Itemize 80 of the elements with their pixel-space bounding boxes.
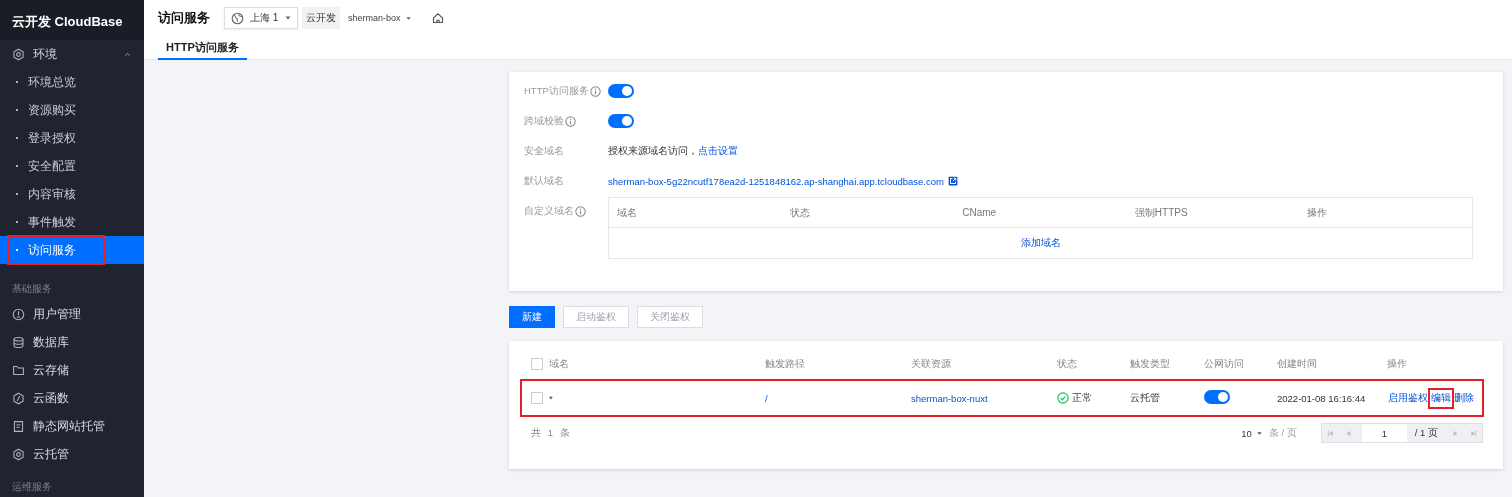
folder-icon	[12, 363, 25, 377]
field-text: 授权来源域名访问，	[608, 144, 698, 158]
sidebar-item[interactable]: 登录授权	[8, 124, 104, 152]
hexagon-icon	[12, 447, 25, 461]
hexagon-icon	[12, 47, 25, 61]
next-page-icon	[1451, 429, 1459, 437]
action-link[interactable]: 编辑	[1430, 389, 1452, 407]
column-header: 关联资源	[910, 357, 952, 371]
column-header: 触发类型	[1129, 357, 1171, 371]
sidebar-item[interactable]: 云托管	[0, 440, 144, 468]
column-header: 域名	[616, 205, 638, 220]
field-label: 默认域名	[524, 174, 564, 188]
compass-icon	[12, 391, 25, 405]
field-label: 安全域名	[524, 144, 564, 158]
column-header: 强制HTTPS	[1133, 205, 1189, 220]
section-label: 运维服务	[11, 480, 53, 494]
column-header: CName	[961, 207, 998, 218]
product-label: 云开发	[302, 7, 340, 29]
toolbar-button[interactable]: 新建	[509, 306, 555, 328]
settings-link[interactable]: 点击设置	[698, 144, 738, 158]
total-count: 共 1 条	[530, 426, 573, 440]
tab[interactable]: HTTP访问服务	[158, 36, 247, 60]
toggle-switch[interactable]	[608, 84, 634, 98]
page-count: / 1 页	[1413, 426, 1439, 440]
checkbox[interactable]	[531, 392, 543, 404]
page-title: 访问服务	[158, 9, 210, 27]
table-cell-text: *	[548, 392, 554, 404]
last-page-icon	[1469, 429, 1477, 437]
toggle-switch[interactable]	[608, 114, 634, 128]
field-label: 自定义域名	[524, 204, 574, 218]
column-header: 公网访问	[1203, 357, 1245, 371]
column-header: 触发路径	[764, 357, 806, 371]
brand-title: 云开发 CloudBase	[0, 0, 144, 40]
sidebar-group[interactable]: 环境	[0, 40, 144, 68]
toggle-switch[interactable]	[1204, 390, 1230, 404]
external-link-icon	[947, 176, 958, 186]
sidebar-item[interactable]: 资源购买	[8, 96, 104, 124]
field-label: 跨域校验	[524, 114, 564, 128]
column-header: 创建时间	[1276, 357, 1318, 371]
sidebar-item[interactable]: 静态网站托管	[0, 412, 144, 440]
region-select[interactable]: 上海 1	[224, 7, 298, 29]
resource-link[interactable]: sherman-box-nuxt	[911, 392, 988, 404]
table-cell-text: 云托管	[1129, 391, 1161, 405]
sidebar-item[interactable]: 云存储	[0, 356, 144, 384]
sidebar-item[interactable]: 环境总览	[8, 68, 104, 96]
home-icon	[431, 12, 444, 24]
environment-select[interactable]: sherman-box	[348, 13, 412, 23]
table-cell-text: 2022-01-08 16:16:44	[1276, 392, 1367, 404]
field-label: HTTP访问服务	[524, 84, 589, 98]
action-link[interactable]: 删除	[1453, 389, 1475, 407]
sidebar-item[interactable]: 云函数	[0, 384, 144, 412]
check-circle-icon	[1057, 392, 1069, 404]
page-size-unit: 条 / 页	[1268, 426, 1297, 440]
sidebar-item[interactable]: 内容审核	[8, 180, 104, 208]
column-header: 操作	[1306, 205, 1329, 220]
checkbox[interactable]	[531, 358, 543, 370]
sidebar-item[interactable]: 事件触发	[8, 208, 104, 236]
caret-down-icon	[284, 14, 293, 22]
sidebar-item[interactable]: 用户管理	[0, 300, 144, 328]
document-icon	[12, 419, 25, 433]
sidebar-item[interactable]: 安全配置	[8, 152, 104, 180]
globe-icon	[231, 11, 244, 25]
database-icon	[12, 335, 25, 349]
caret-down-icon	[404, 14, 412, 22]
column-header: 状态	[788, 205, 811, 220]
page-input[interactable]: 1	[1361, 424, 1407, 442]
column-header: 状态	[1056, 357, 1078, 371]
previous-page-icon	[1345, 429, 1353, 437]
sidebar-item[interactable]: 数据库	[0, 328, 144, 356]
status-text: 正常	[1072, 391, 1092, 405]
add-domain-link[interactable]: 添加域名	[1020, 236, 1061, 250]
page-size-select[interactable]: 10	[1241, 427, 1263, 439]
path-link[interactable]: /	[765, 392, 768, 404]
section-label: 基础服务	[11, 282, 53, 296]
domain-link[interactable]: sherman-box-5g22ncutf178ea2d-1251848162.ap-shanghai.app.tcloudbase.com	[608, 175, 944, 187]
action-link[interactable]: 启用鉴权	[1387, 389, 1429, 407]
column-header: 操作	[1386, 357, 1408, 371]
first-page-icon	[1327, 429, 1335, 437]
caret-down-icon	[1255, 429, 1263, 437]
column-header: 域名	[548, 357, 570, 371]
